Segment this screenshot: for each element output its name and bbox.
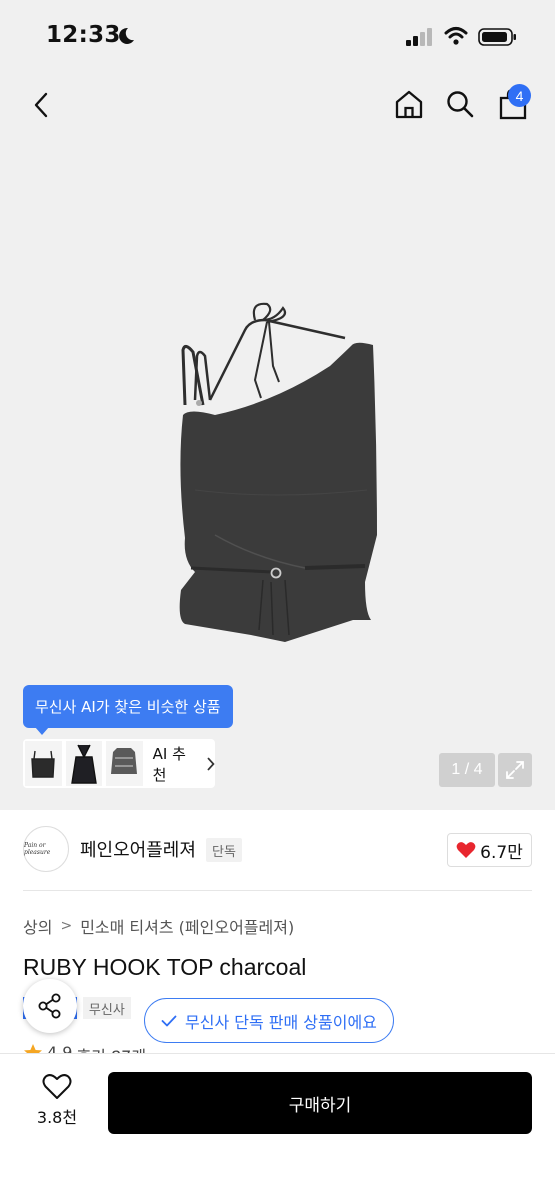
check-icon: [161, 1015, 177, 1026]
heart-outline-icon: [42, 1074, 72, 1099]
battery-icon: [478, 28, 516, 46]
search-button[interactable]: [442, 86, 478, 122]
reco-thumbnail-2[interactable]: [65, 741, 103, 786]
musinsa-tag: 무신사: [82, 997, 131, 1019]
product-title: RUBY HOOK TOP charcoal: [23, 954, 307, 980]
cart-count-badge: 4: [508, 84, 531, 107]
image-counter: 1 / 4: [439, 753, 495, 787]
home-button[interactable]: [391, 86, 427, 122]
product-like-button[interactable]: 3.8천: [30, 1073, 84, 1128]
back-button[interactable]: [26, 88, 56, 122]
exclusive-notice-pill: 무신사 단독 판매 상품이에요: [144, 998, 394, 1043]
home-icon: [395, 90, 423, 119]
brand-logo[interactable]: Pain or pleasure: [23, 826, 69, 872]
share-button[interactable]: [23, 979, 77, 1033]
reco-thumbnail-1[interactable]: [25, 741, 62, 786]
product-like-count: 3.8천: [36, 1108, 78, 1127]
exclusive-tag: 단독: [206, 838, 242, 862]
expand-image-button[interactable]: [498, 753, 532, 787]
ai-recommend-label: AI 추천: [152, 744, 186, 784]
divider: [23, 890, 532, 891]
chevron-right-icon: [207, 757, 215, 770]
wifi-icon: [444, 27, 468, 45]
search-icon: [447, 91, 474, 118]
breadcrumb-separator-icon: >: [60, 918, 73, 934]
status-time: 12:33: [46, 22, 121, 48]
chevron-left-icon: [34, 92, 48, 118]
cellular-signal-icon: [406, 28, 432, 46]
expand-icon: [506, 761, 524, 779]
brand-like-count: 6.7만: [480, 842, 523, 863]
breadcrumb-subcategory[interactable]: 민소매 티셔츠 (페인오어플레져): [80, 914, 294, 938]
breadcrumb: 상의 > 민소매 티셔츠 (페인오어플레져): [23, 914, 294, 938]
tooltip-arrow: [35, 727, 49, 735]
brand-name[interactable]: 페인오어플레져: [80, 836, 196, 862]
reco-thumbnail-3[interactable]: [106, 741, 143, 786]
brand-like-button[interactable]: 6.7만: [447, 833, 532, 867]
share-icon: [38, 993, 61, 1019]
ai-similar-tooltip[interactable]: 무신사 AI가 찾은 비슷한 상품: [23, 685, 233, 728]
moon-icon: [119, 27, 134, 44]
heart-filled-icon: [456, 842, 476, 858]
breadcrumb-category[interactable]: 상의: [23, 914, 52, 938]
product-image[interactable]: [155, 290, 400, 660]
exclusive-notice-text: 무신사 단독 판매 상품이에요: [185, 1012, 377, 1032]
buy-button[interactable]: 구매하기: [108, 1072, 532, 1134]
ai-recommend-button[interactable]: AI 추천: [23, 739, 215, 788]
